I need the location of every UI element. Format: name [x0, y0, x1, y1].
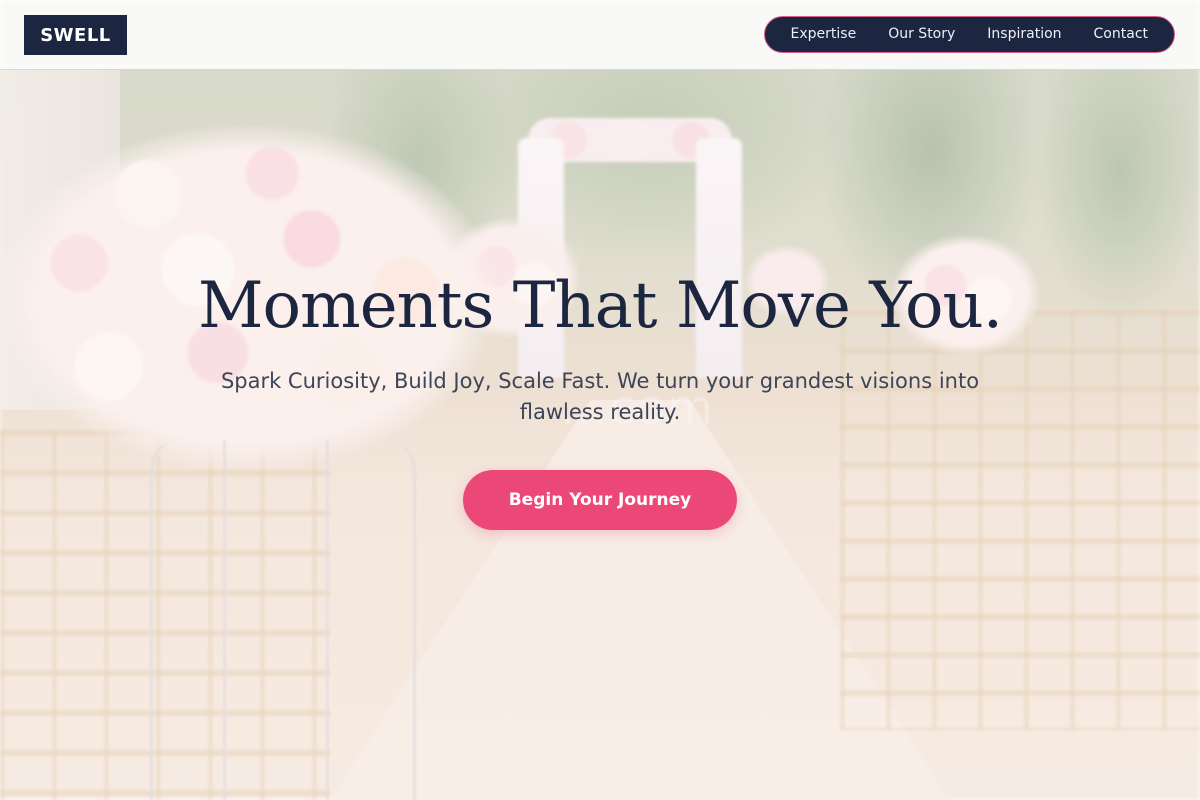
hero-section: Moments That Move You. Spark Curiosity, …	[0, 0, 1200, 800]
begin-journey-button[interactable]: Begin Your Journey	[463, 470, 737, 530]
hero-title: Moments That Move You.	[197, 269, 1003, 343]
hero-subtitle: Spark Curiosity, Build Joy, Scale Fast. …	[220, 369, 980, 424]
landing-page: ...com SWELL Expertise Our Story Inspira…	[0, 0, 1200, 800]
